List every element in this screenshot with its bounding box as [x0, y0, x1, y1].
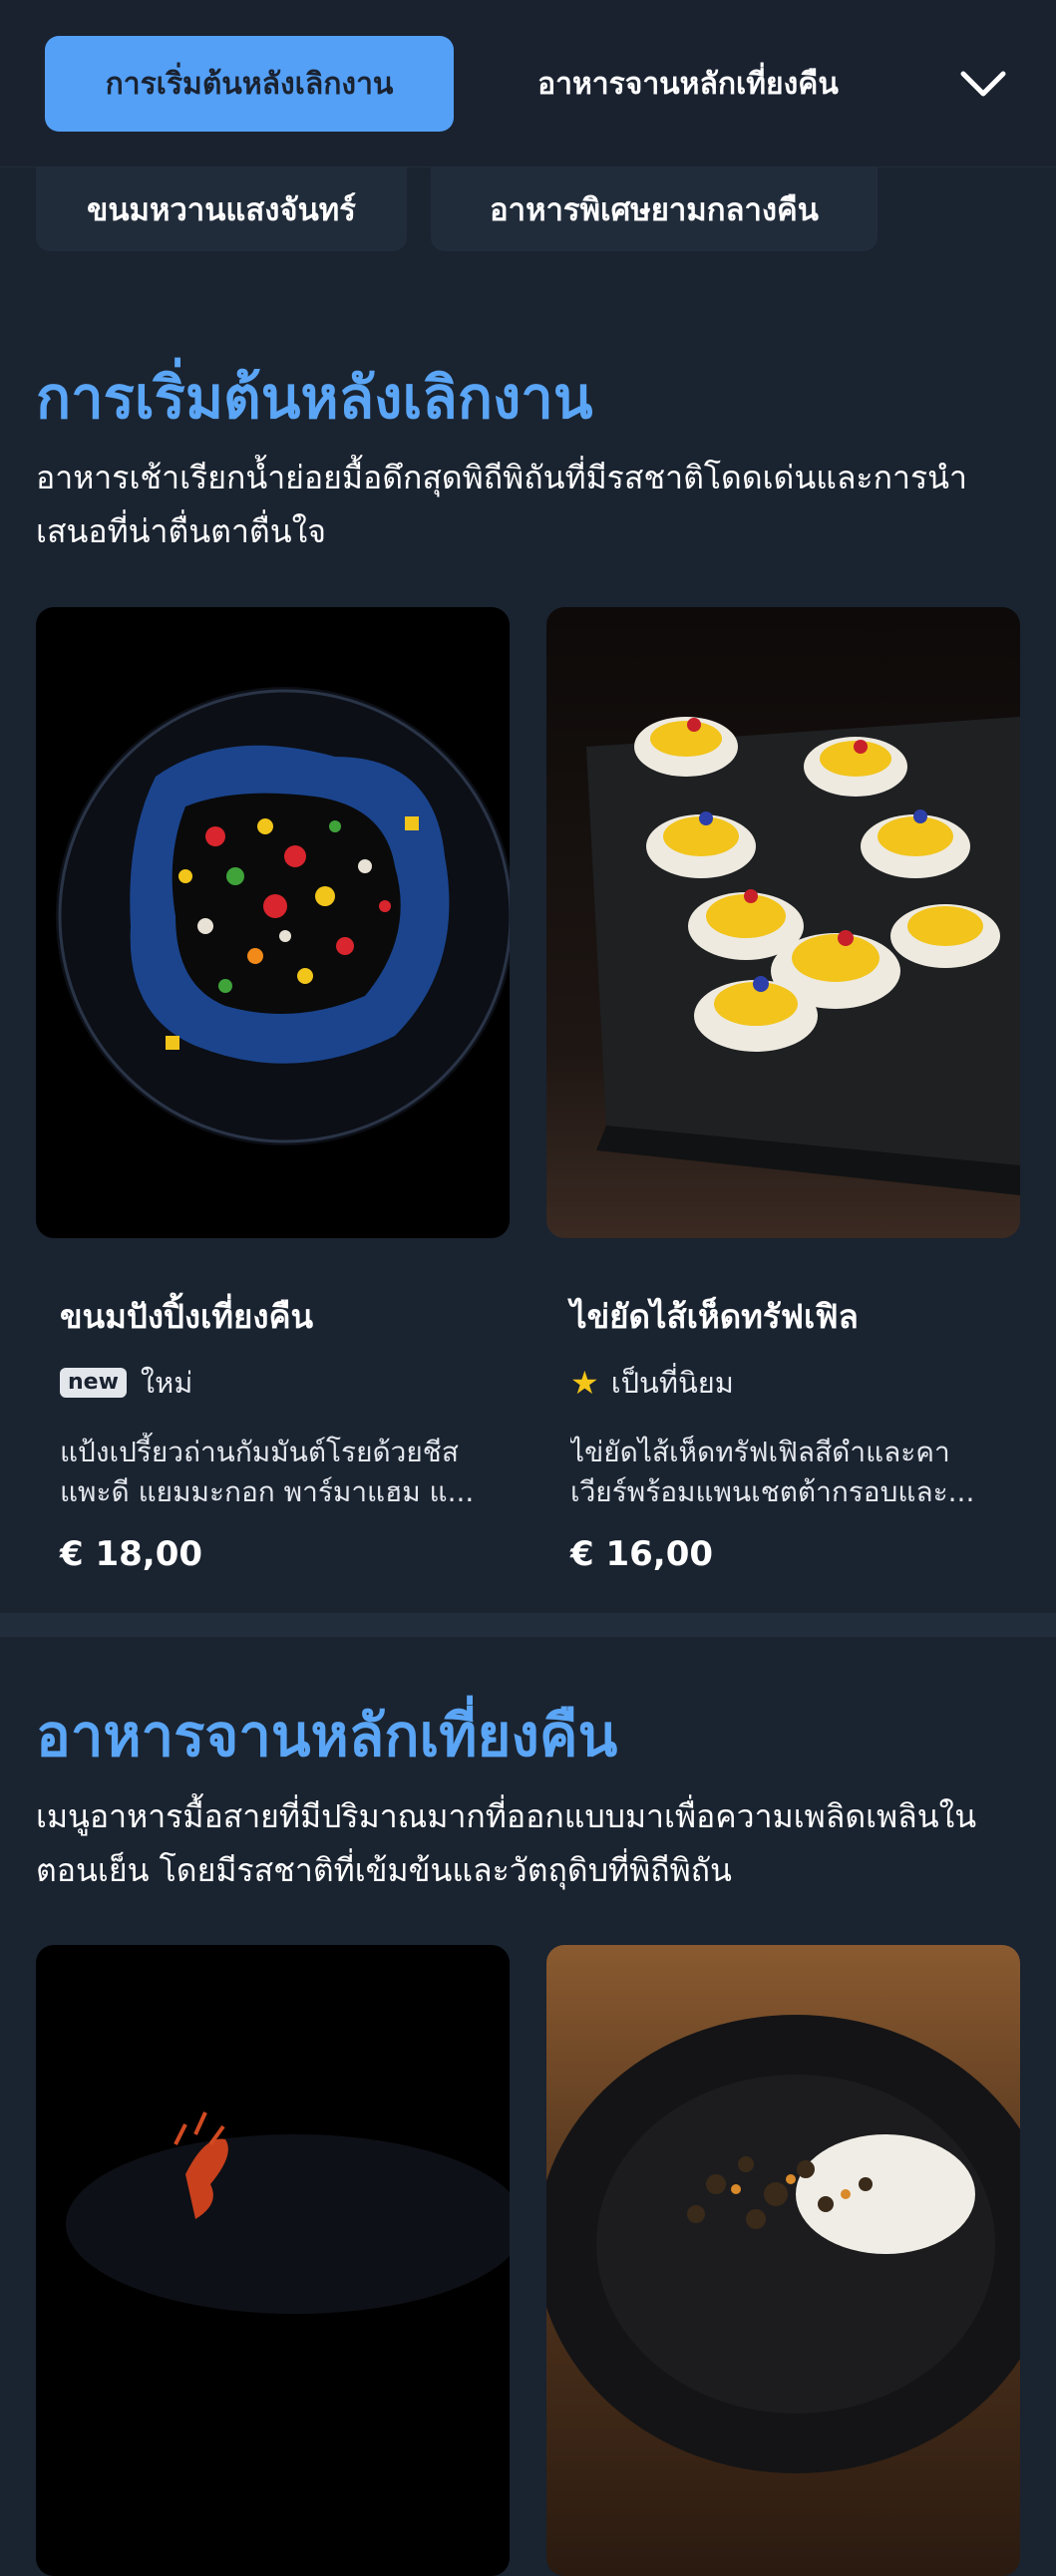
- subcategory-chip[interactable]: ขนมหวานแสงจันทร์: [36, 167, 407, 251]
- tag-label: เป็นที่นิยม: [610, 1366, 734, 1400]
- dish-description: แป้งเปรี้ยวถ่านกัมมันต์โรยด้วยชีสแพะดี แ…: [60, 1436, 475, 1508]
- menu-item-card[interactable]: [546, 1945, 1020, 2576]
- category-bar: การเริ่มต้นหลังเลิกงาน อาหารจานหลักเที่ย…: [0, 0, 1056, 167]
- new-badge: new: [60, 1368, 127, 1398]
- section-description: เมนูอาหารมื้อสายที่มีปริมาณมากที่ออกแบบม…: [36, 1797, 977, 1889]
- menu-item-card[interactable]: ไข่ยัดไส้เห็ดทรัฟเฟิล ★ เป็นที่นิยม ไข่ย…: [546, 607, 1020, 1574]
- subcategory-chip[interactable]: อาหารพิเศษยามกลางคืน: [431, 167, 878, 251]
- dish-price: € 18,00: [60, 1534, 203, 1574]
- star-icon: ★: [570, 1364, 599, 1402]
- section-divider: [0, 1613, 1056, 1637]
- dish-tag: new ใหม่: [60, 1363, 486, 1403]
- dish-image: [36, 1945, 510, 2576]
- menu-item-card[interactable]: [36, 1945, 510, 2576]
- dish-name: ขนมปังปิ้งเที่ยงคืน: [60, 1297, 314, 1336]
- subcategory-row: ขนมหวานแสงจันทร์ อาหารพิเศษยามกลางคืน: [0, 167, 1056, 253]
- tag-label: ใหม่: [140, 1366, 193, 1400]
- section-title: การเริ่มต้นหลังเลิกงาน: [36, 364, 593, 432]
- dish-image: [546, 1945, 1020, 2576]
- category-tab-next[interactable]: อาหารจานหลักเที่ยงคืน: [469, 36, 907, 132]
- menu-item-card[interactable]: ขนมปังปิ้งเที่ยงคืน new ใหม่ แป้งเปรี้ยว…: [36, 607, 510, 1574]
- dish-image: [546, 607, 1020, 1238]
- section-title: อาหารจานหลักเที่ยงคืน: [36, 1702, 618, 1770]
- dish-tag: ★ เป็นที่นิยม: [570, 1363, 996, 1403]
- dish-price: € 16,00: [570, 1534, 714, 1574]
- section-description: อาหารเช้าเรียกน้ำย่อยมื้อดึกสุดพิถีพิถัน…: [36, 459, 967, 550]
- dish-name: ไข่ยัดไส้เห็ดทรัฟเฟิล: [570, 1297, 859, 1336]
- chevron-down-icon[interactable]: [957, 62, 1009, 106]
- dish-image: [36, 607, 510, 1238]
- dish-description: ไข่ยัดไส้เห็ดทรัฟเฟิลสีดำและคาเวียร์พร้อ…: [570, 1436, 975, 1508]
- category-tab-active[interactable]: การเริ่มต้นหลังเลิกงาน: [45, 36, 454, 132]
